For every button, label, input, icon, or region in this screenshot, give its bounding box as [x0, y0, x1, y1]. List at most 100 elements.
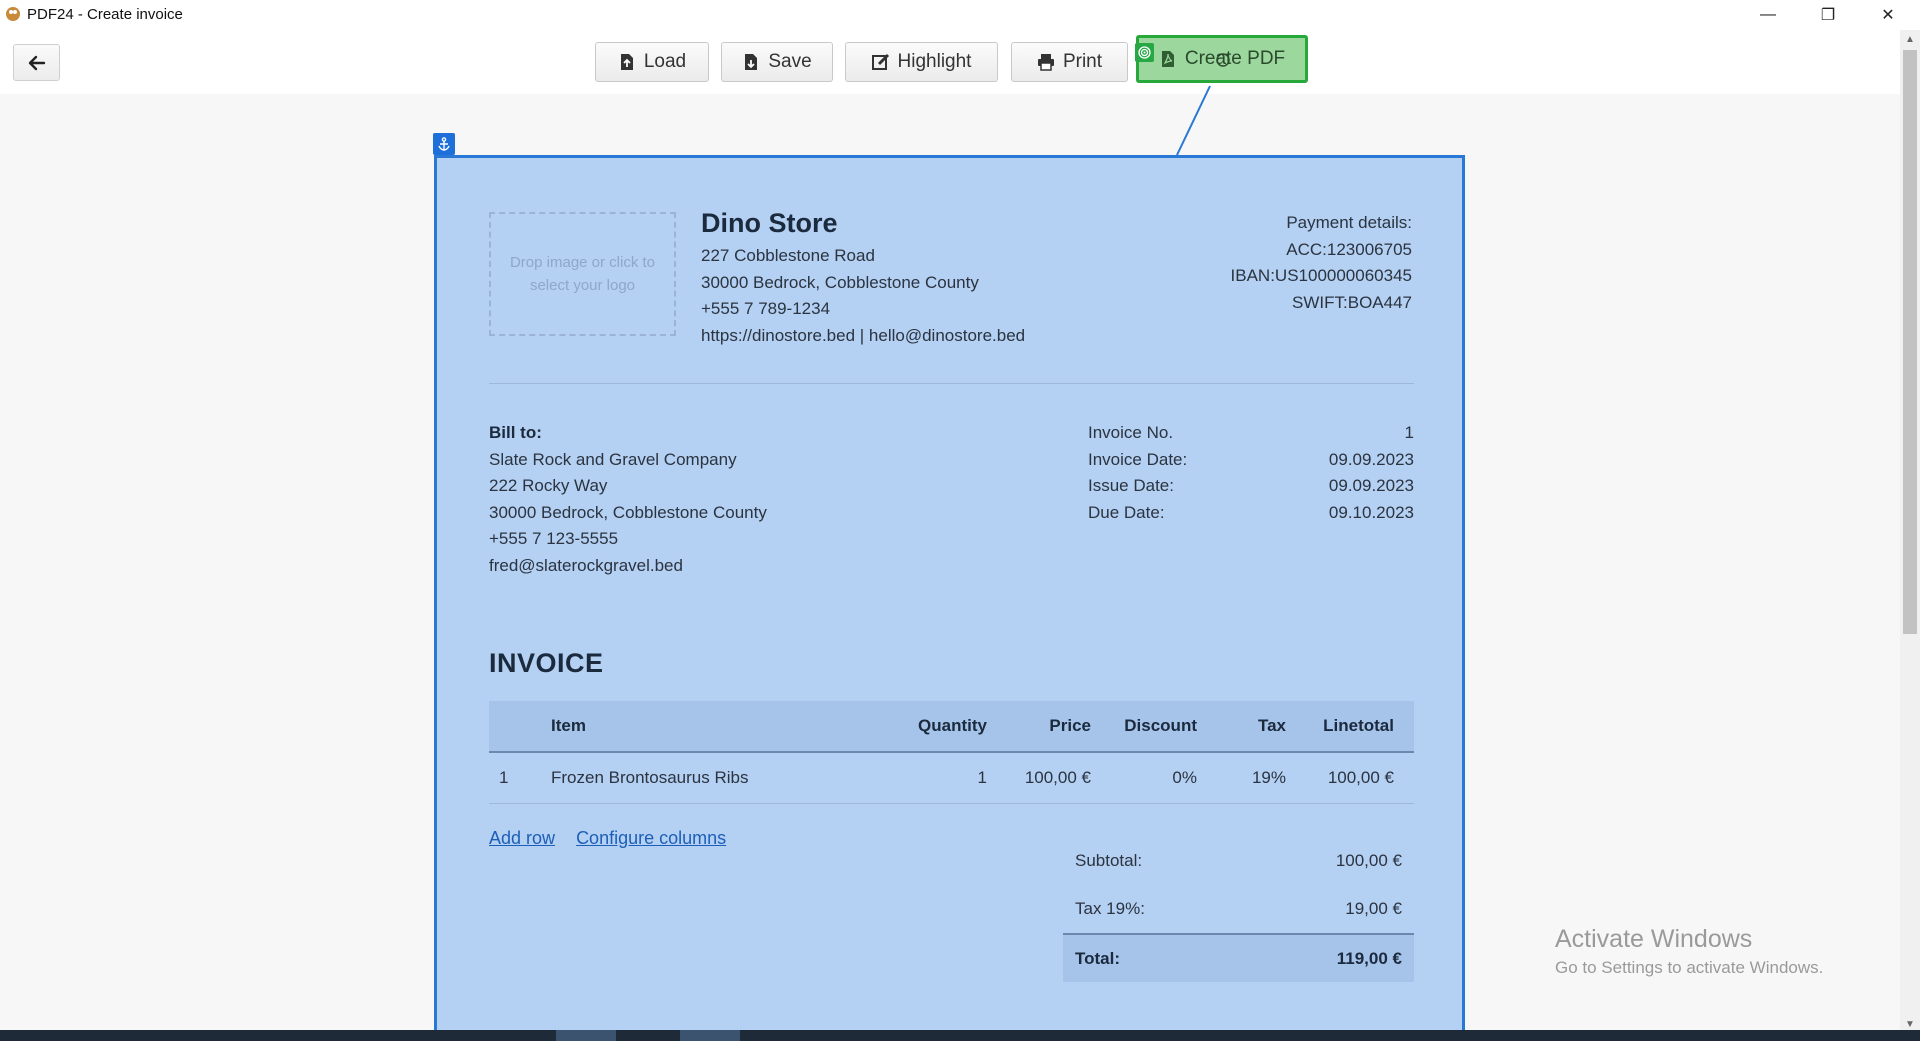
print-button[interactable]: Print	[1011, 42, 1128, 82]
payment-details: Payment details: ACC:123006705 IBAN:US10…	[1231, 210, 1412, 316]
printer-icon	[1037, 54, 1054, 71]
meta-label: Due Date:	[1088, 502, 1165, 522]
tax-value: 19,00 €	[1345, 899, 1402, 918]
meta-value[interactable]: 09.09.2023	[1329, 447, 1414, 474]
vertical-scrollbar[interactable]: ▲ ▼	[1900, 30, 1920, 1030]
payment-iban[interactable]: IBAN:US100000060345	[1231, 263, 1412, 290]
file-download-icon	[745, 54, 758, 70]
activation-watermark: Activate Windows Go to Settings to activ…	[1555, 925, 1823, 978]
col-discount: Discount	[1124, 716, 1197, 735]
payment-swift[interactable]: SWIFT:BOA447	[1231, 290, 1412, 317]
cell-num: 1	[499, 768, 509, 787]
subtotal-label: Subtotal:	[1075, 851, 1143, 870]
file-pdf-icon	[1161, 51, 1174, 67]
invoice-meta: Invoice No. 1 Invoice Date: 09.09.2023 Iss…	[1088, 420, 1414, 526]
meta-label: Issue Date:	[1088, 476, 1174, 495]
pdf24-app-icon	[6, 7, 20, 21]
company-address1[interactable]: 227 Cobblestone Road	[701, 243, 1025, 270]
highlight-label: Highlight	[897, 51, 972, 72]
toolbar: Load Save Highlight Print Create PDF	[0, 30, 1900, 94]
arrow-left-icon	[28, 55, 45, 70]
subtotal-value: 100,00 €	[1335, 851, 1402, 870]
col-tax: Tax	[1257, 716, 1286, 735]
load-button[interactable]: Load	[595, 42, 709, 82]
window-title: PDF24 - Create invoice	[27, 6, 183, 23]
load-label: Load	[643, 51, 687, 72]
save-label: Save	[768, 51, 812, 72]
cell-discount[interactable]: 0%	[1091, 768, 1197, 788]
company-name[interactable]: Dino Store	[701, 208, 1025, 239]
save-button[interactable]: Save	[721, 42, 833, 82]
create-pdf-label: Create PDF	[1184, 48, 1286, 69]
bill-to-name[interactable]: Slate Rock and Gravel Company	[489, 447, 767, 474]
payment-heading[interactable]: Payment details:	[1231, 210, 1412, 237]
activation-subtitle: Go to Settings to activate Windows.	[1555, 958, 1824, 977]
company-address2[interactable]: 30000 Bedrock, Cobblestone County	[701, 270, 1025, 297]
taskbar-app[interactable]	[680, 1030, 740, 1041]
totals: Subtotal: 100,00 € Tax 19%: 19,00 € Total:…	[1063, 837, 1414, 982]
highlight-button[interactable]: Highlight	[845, 42, 998, 82]
activation-title: Activate Windows	[1555, 925, 1753, 953]
target-icon	[1135, 43, 1154, 62]
create-pdf-button[interactable]: Create PDF	[1136, 35, 1308, 83]
company-phone[interactable]: +555 7 789-1234	[701, 296, 1025, 323]
minimize-button[interactable]: —	[1740, 0, 1796, 30]
company-info: Dino Store 227 Cobblestone Road 30000 Be…	[701, 208, 1025, 349]
company-web-email[interactable]: https://dinostore.bed | hello@dinostore.…	[701, 323, 1025, 350]
bill-to-address1[interactable]: 222 Rocky Way	[489, 473, 767, 500]
col-price: Price	[1049, 716, 1091, 735]
total-label: Total:	[1075, 948, 1121, 968]
taskbar	[0, 1030, 1920, 1041]
col-linetotal: Linetotal	[1323, 716, 1394, 735]
payment-acc[interactable]: ACC:123006705	[1231, 237, 1412, 264]
meta-label: Invoice Date:	[1088, 449, 1188, 469]
invoice-sheet: Drop image or click to select your logo …	[434, 155, 1465, 1035]
scrollbar-thumb[interactable]	[1903, 50, 1917, 634]
cell-tax[interactable]: 19%	[1197, 768, 1286, 788]
cell-price[interactable]: 100,00 €	[987, 768, 1091, 788]
close-button[interactable]: ✕	[1860, 0, 1916, 30]
anchor-icon[interactable]	[433, 133, 455, 155]
divider	[489, 383, 1414, 384]
items-table: Item Quantity Price Discount Tax Linetot…	[489, 701, 1414, 804]
print-label: Print	[1062, 51, 1103, 72]
bill-to-heading: Bill to:	[489, 423, 542, 442]
scroll-up-icon[interactable]: ▲	[1905, 34, 1915, 45]
scroll-down-icon[interactable]: ▼	[1905, 1019, 1915, 1030]
cell-linetotal: 100,00 €	[1327, 768, 1394, 787]
bill-to-email[interactable]: fred@slaterockgravel.bed	[489, 553, 767, 580]
meta-value[interactable]: 1	[1405, 420, 1414, 447]
table-header: Item Quantity Price Discount Tax Linetot…	[489, 701, 1414, 753]
maximize-button[interactable]: ❐	[1800, 0, 1856, 30]
cell-item[interactable]: Frozen Brontosaurus Ribs	[541, 768, 891, 788]
add-row-link[interactable]: Add row	[489, 828, 555, 848]
edit-icon	[871, 53, 889, 70]
tax-row: Tax 19%: 19,00 €	[1063, 885, 1414, 933]
bill-to-phone[interactable]: +555 7 123-5555	[489, 526, 767, 553]
back-button[interactable]	[13, 44, 60, 81]
meta-row: Invoice No. 1	[1088, 420, 1414, 447]
meta-value[interactable]: 09.09.2023	[1329, 473, 1414, 500]
logo-dropzone[interactable]: Drop image or click to select your logo	[489, 212, 676, 336]
invoice-title: INVOICE	[489, 648, 604, 678]
total-row: Total: 119,00 €	[1063, 933, 1414, 982]
cell-quantity[interactable]: 1	[891, 768, 987, 788]
title-bar: PDF24 - Create invoice — ❐ ✕	[0, 0, 1920, 30]
file-upload-icon	[620, 54, 633, 70]
meta-row: Issue Date: 09.09.2023	[1088, 473, 1414, 500]
col-item: Item	[551, 716, 586, 735]
table-links: Add row Configure columns	[489, 828, 742, 849]
meta-value[interactable]: 09.10.2023	[1329, 500, 1414, 527]
total-value: 119,00 €	[1336, 948, 1402, 968]
subtotal-row: Subtotal: 100,00 €	[1063, 837, 1414, 885]
meta-row: Due Date: 09.10.2023	[1088, 500, 1414, 527]
tax-label: Tax 19%:	[1075, 899, 1145, 918]
bill-to: Bill to: Slate Rock and Gravel Company 2…	[489, 420, 767, 579]
taskbar-app[interactable]	[556, 1030, 616, 1041]
configure-columns-link[interactable]: Configure columns	[576, 828, 726, 848]
table-row: 1 Frozen Brontosaurus Ribs 1 100,00 € 0%…	[489, 753, 1414, 804]
col-quantity: Quantity	[918, 716, 987, 735]
meta-label: Invoice No.	[1088, 423, 1174, 442]
meta-row: Invoice Date: 09.09.2023	[1088, 447, 1414, 474]
bill-to-address2[interactable]: 30000 Bedrock, Cobblestone County	[489, 500, 767, 527]
